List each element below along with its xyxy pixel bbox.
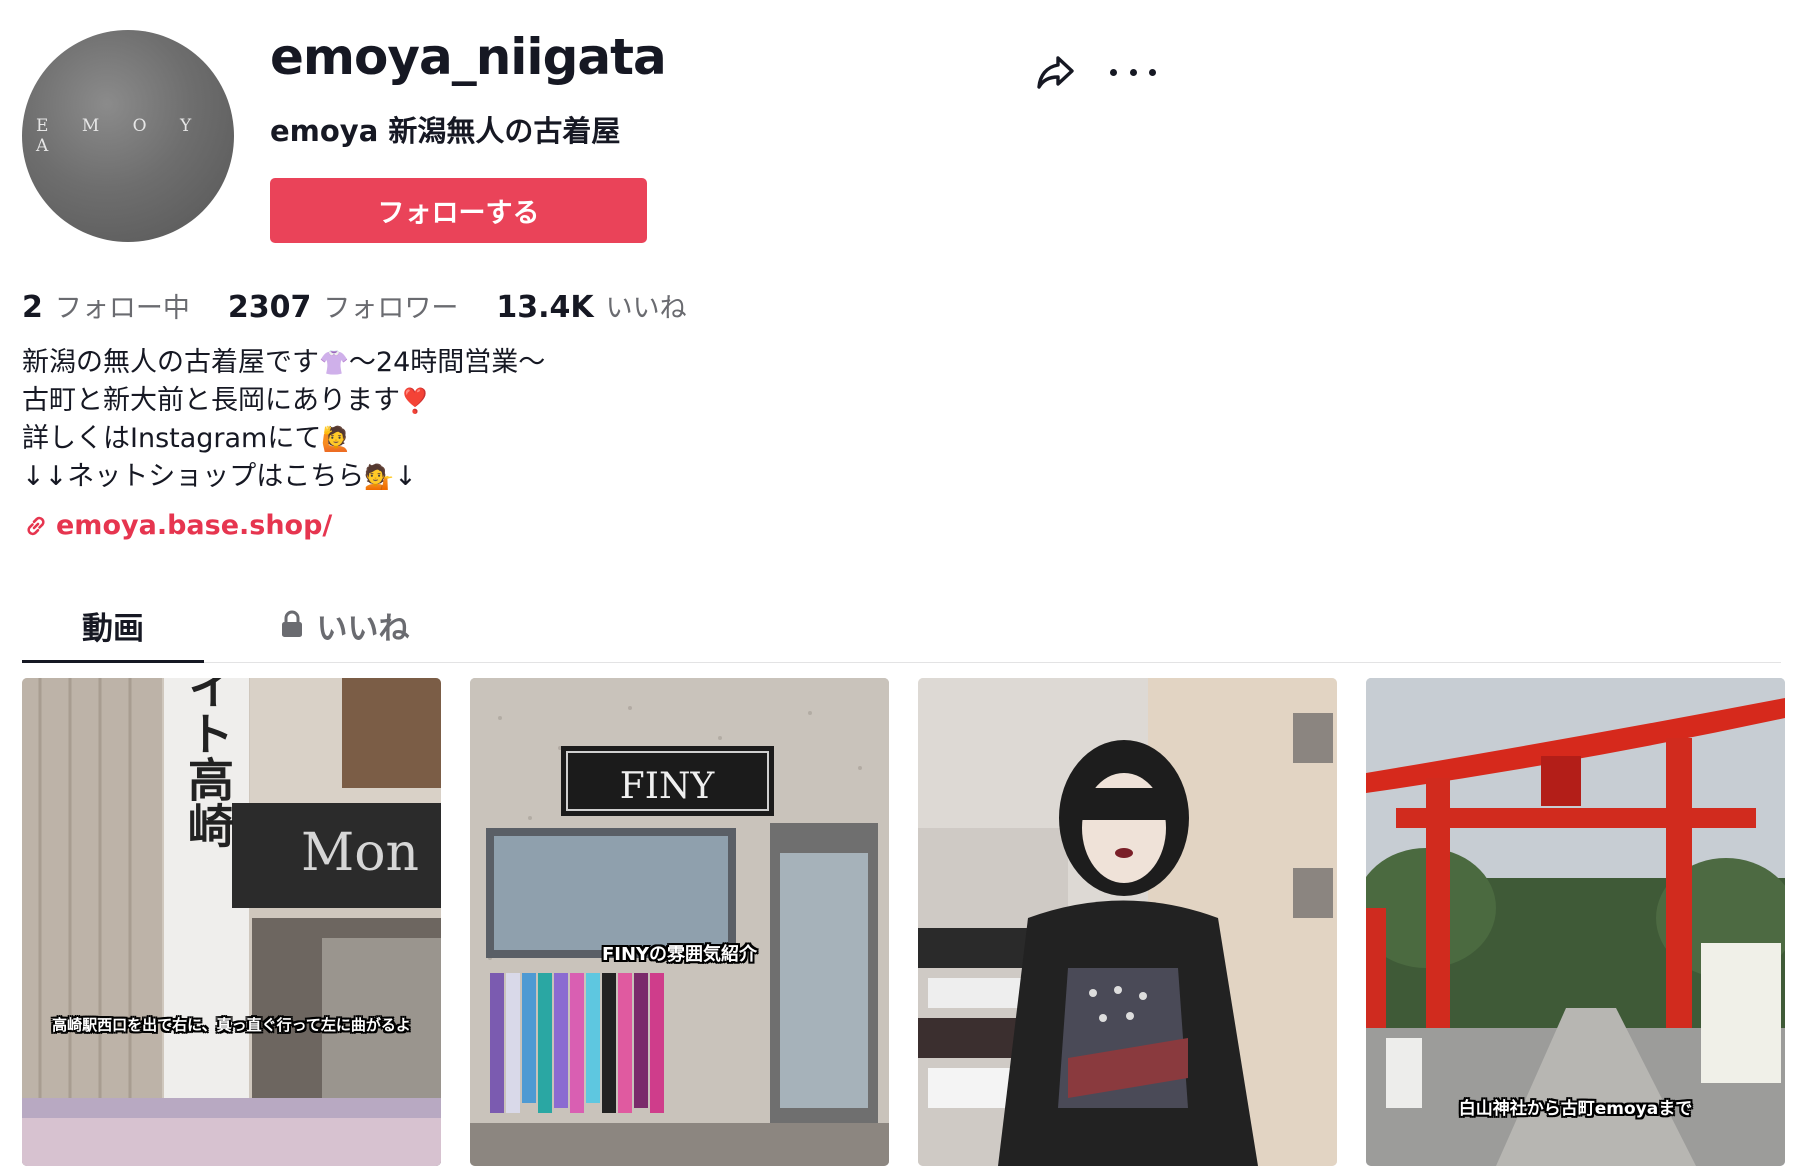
bio-link-text: emoya.base.shop/ — [56, 510, 333, 541]
bio-line: ↓↓ネットショップはこちら💁↓ — [22, 461, 417, 492]
share-icon[interactable] — [1034, 50, 1078, 94]
raising-hand-emoji: 🙋 — [321, 425, 352, 453]
likes-label: いいね — [605, 293, 687, 324]
avatar[interactable]: E M O Y A — [22, 30, 234, 242]
followers-label: フォロワー — [323, 293, 459, 324]
bio-line: 古町と新大前と長岡にあります❣️ — [22, 385, 430, 416]
video-thumbnail: ーサイト高崎 Mon — [22, 678, 441, 1166]
shirt-emoji: 👚 — [319, 349, 349, 377]
followers-stat[interactable]: 2307 フォロワー — [228, 286, 459, 325]
video-card[interactable] — [918, 678, 1337, 1166]
avatar-logo-text: E M O Y A — [36, 116, 206, 156]
video-card[interactable]: FINY FINYの雰囲気紹介 — [470, 678, 889, 1166]
bio-line: 詳しくはInstagramにて🙋 — [22, 423, 352, 454]
username: emoya_niigata — [270, 28, 667, 86]
nickname: emoya 新潟無人の古着屋 — [270, 114, 621, 148]
followers-count: 2307 — [227, 290, 312, 325]
video-thumbnail: FINY — [470, 678, 889, 1166]
following-label: フォロー中 — [54, 293, 190, 324]
heart-exclamation-emoji: ❣️ — [400, 387, 430, 415]
video-store-text: Mon — [301, 823, 419, 883]
bio-link[interactable]: emoya.base.shop/ — [22, 510, 332, 541]
following-stat[interactable]: 2 フォロー中 — [22, 286, 190, 325]
following-count: 2 — [22, 290, 43, 325]
video-sign-text: FINY — [620, 766, 716, 807]
video-caption: 高崎駅西口を出て右に、真っ直ぐ行って左に曲がるよ — [52, 1016, 411, 1034]
likes-stat: 13.4K いいね — [496, 286, 686, 325]
likes-count: 13.4K — [496, 290, 594, 325]
tab-liked-label: いいね — [316, 611, 410, 647]
tipping-hand-emoji: 💁 — [364, 463, 395, 491]
tab-videos[interactable]: 動画 — [22, 595, 204, 663]
tab-liked[interactable]: いいね — [254, 595, 434, 663]
follow-button[interactable]: フォローする — [270, 178, 647, 243]
video-grid: ーサイト高崎 Mon 高崎駅西口を出て右に、真っ直ぐ行って左に曲がるよ FINY — [22, 678, 1785, 1166]
video-thumbnail — [918, 678, 1337, 1166]
bio-line: 新潟の無人の古着屋です👚〜24時間営業〜 — [22, 347, 546, 378]
video-caption: FINYの雰囲気紹介 — [601, 944, 758, 965]
profile-stats: 2 フォロー中 2307 フォロワー 13.4K いいね — [22, 286, 725, 325]
more-options-icon[interactable] — [1110, 52, 1156, 92]
video-caption: 白山神社から古町emoyaまで — [1458, 1099, 1693, 1119]
profile-tabs: 動画 いいね — [22, 595, 1781, 663]
lock-icon — [281, 610, 302, 637]
video-card[interactable]: ーサイト高崎 Mon 高崎駅西口を出て右に、真っ直ぐ行って左に曲がるよ — [22, 678, 441, 1166]
link-icon — [27, 516, 45, 535]
video-card[interactable]: 白山神社から古町emoyaまで — [1366, 678, 1785, 1166]
video-thumbnail — [1366, 678, 1785, 1166]
video-sign-text: ーサイト高崎 — [181, 678, 235, 848]
tab-videos-label: 動画 — [82, 611, 144, 647]
bio: 新潟の無人の古着屋です👚〜24時間営業〜 古町と新大前と長岡にあります❣️ 詳し… — [22, 344, 545, 496]
